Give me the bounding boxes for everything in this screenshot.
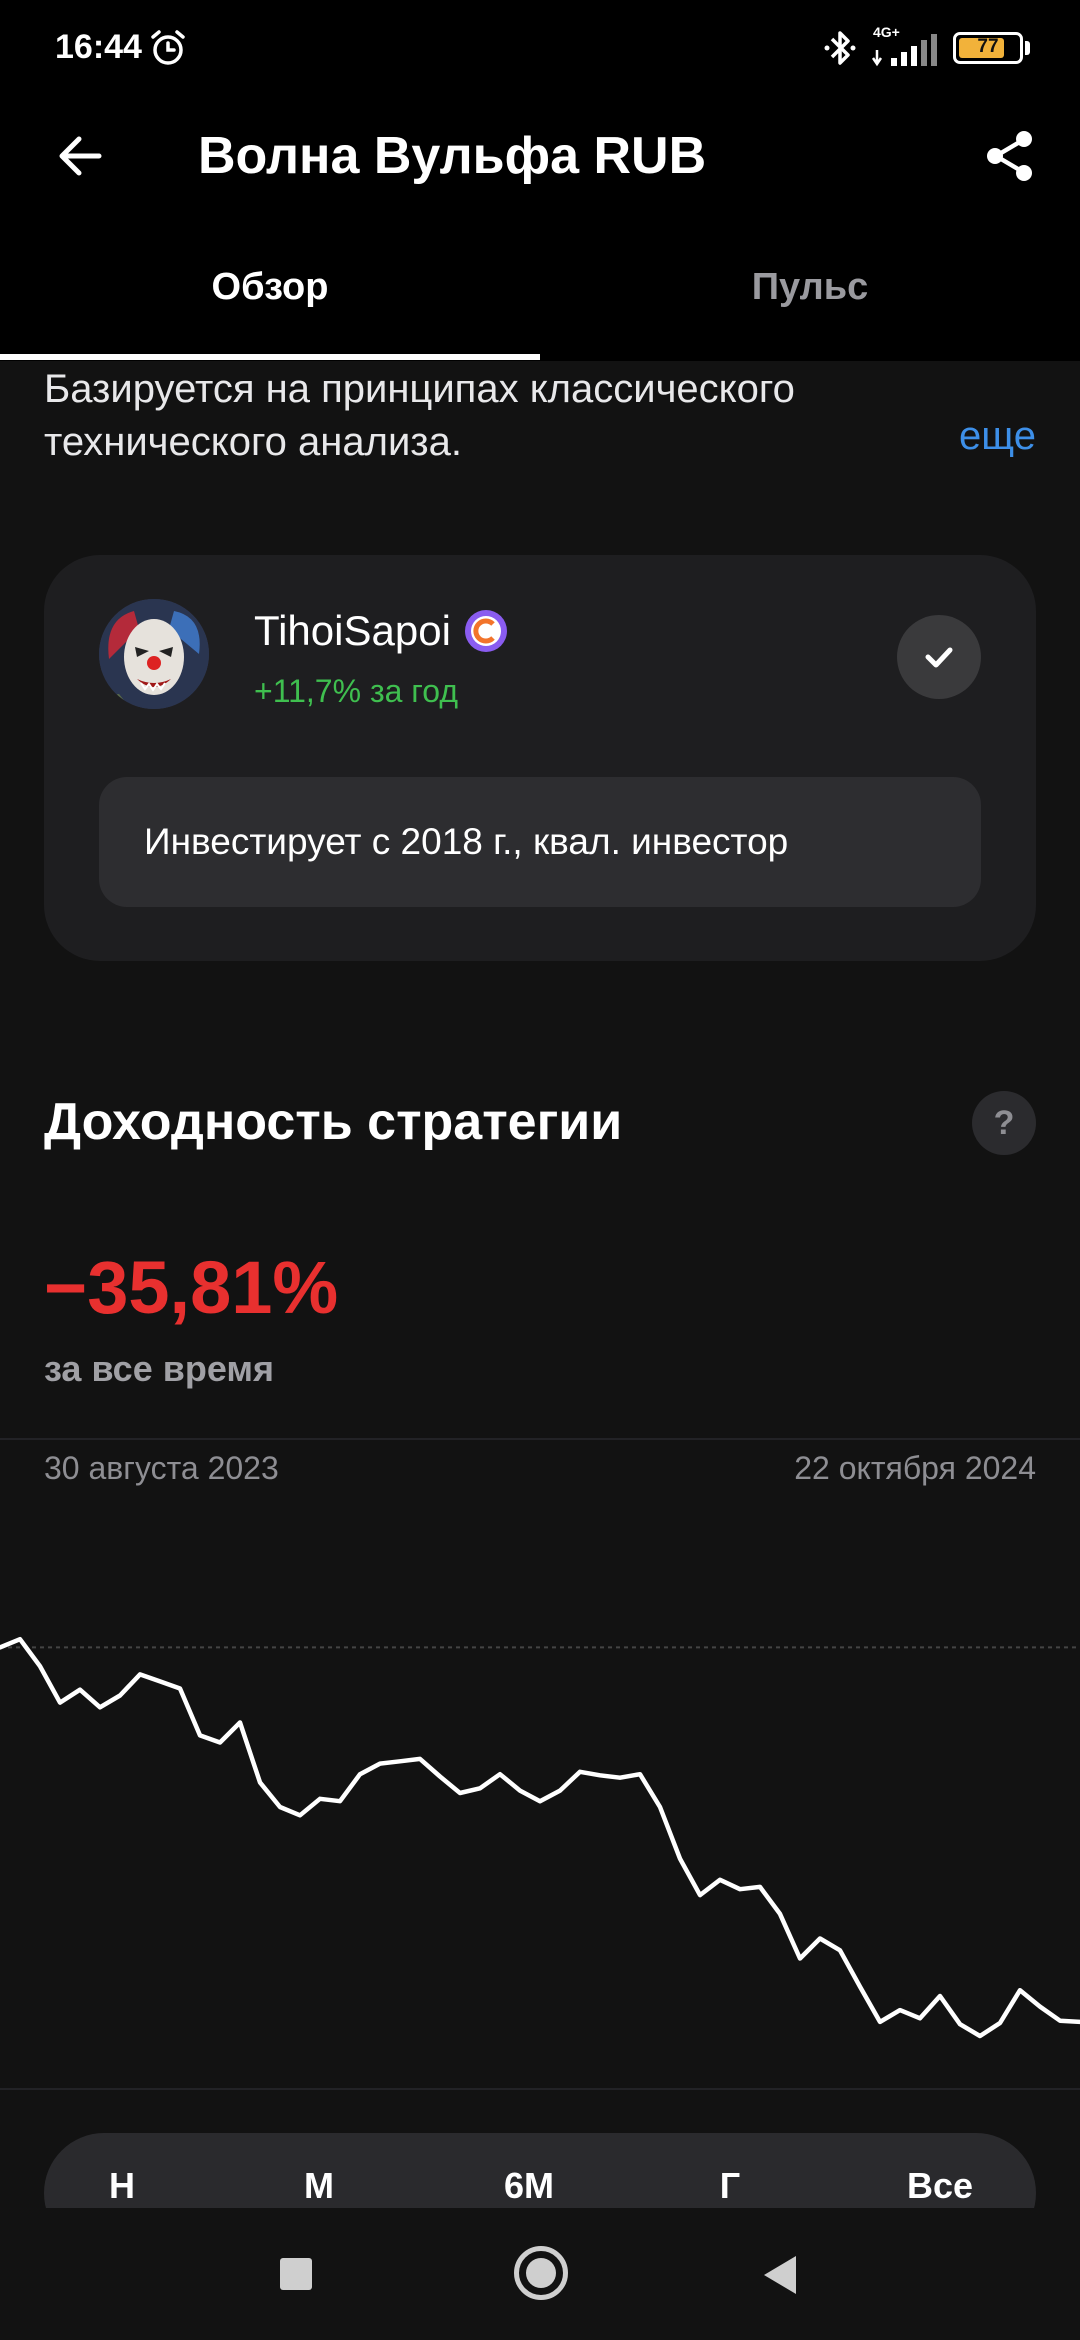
- divider: [0, 1438, 1080, 1440]
- strategy-description: Базируется на принципах классического те…: [44, 367, 795, 464]
- period-option[interactable]: М: [304, 2165, 334, 2207]
- status-icons: 4G+ 77: [823, 24, 1030, 70]
- battery-tip: [1025, 41, 1030, 55]
- divider: [0, 2088, 1080, 2090]
- period-option[interactable]: Г: [720, 2165, 740, 2207]
- share-icon: [987, 131, 1032, 181]
- period-option[interactable]: 6М: [504, 2165, 554, 2207]
- arrow-left-icon: [59, 136, 102, 176]
- author-card[interactable]: TihoiSapoi +11,7% за год Инвестирует с 2…: [44, 555, 1036, 961]
- alarm-icon: [151, 30, 185, 65]
- battery-icon: 77: [953, 32, 1023, 64]
- system-nav-bar: [0, 2208, 1080, 2340]
- signal-icon: 4G+: [871, 24, 939, 68]
- verified-c-icon: [464, 610, 507, 652]
- total-return-caption: за все время: [44, 1348, 275, 1389]
- help-button[interactable]: ?: [972, 1091, 1036, 1155]
- more-link[interactable]: еще: [959, 414, 1036, 459]
- period-option[interactable]: Все: [907, 2165, 973, 2207]
- back-button[interactable]: [40, 116, 120, 196]
- author-bio: Инвестирует с 2018 г., квал. инвестор: [99, 777, 981, 907]
- system-back-button[interactable]: [764, 2256, 796, 2294]
- app-header: Волна Вульфа RUB Обзор Пульс: [0, 96, 1080, 361]
- avatar[interactable]: [99, 599, 209, 709]
- author-name[interactable]: TihoiSapoi: [254, 607, 451, 655]
- status-time: 16:44: [55, 28, 142, 66]
- tab-pulse[interactable]: Пульс: [540, 266, 1080, 309]
- author-name-row[interactable]: TihoiSapoi: [254, 607, 509, 655]
- recents-button[interactable]: [280, 2258, 312, 2290]
- clown-avatar-image: [99, 599, 209, 709]
- chart-end-date: 22 октября 2024: [794, 1450, 1036, 1486]
- battery-level: 77: [977, 36, 999, 57]
- home-button[interactable]: [514, 2246, 568, 2300]
- period-option[interactable]: Н: [109, 2165, 135, 2207]
- checkmark-icon: [925, 647, 953, 668]
- page-title: Волна Вульфа RUB: [198, 127, 707, 185]
- section-title-performance: Доходность стратегии: [44, 1093, 623, 1151]
- chart-series-line: [0, 1636, 1080, 2039]
- subscribed-button[interactable]: [897, 615, 981, 699]
- author-yearly-return: +11,7% за год: [254, 673, 459, 709]
- active-tab-indicator: [0, 354, 540, 360]
- bluetooth-icon: [824, 31, 856, 65]
- performance-chart[interactable]: [0, 1510, 1080, 2090]
- chart-start-date: 30 августа 2023: [44, 1450, 279, 1486]
- status-bar: 16:44 4G+ 77: [0, 0, 1080, 96]
- tab-overview[interactable]: Обзор: [0, 266, 540, 309]
- share-button[interactable]: [970, 116, 1050, 196]
- total-return-value: −35,81%: [44, 1246, 339, 1329]
